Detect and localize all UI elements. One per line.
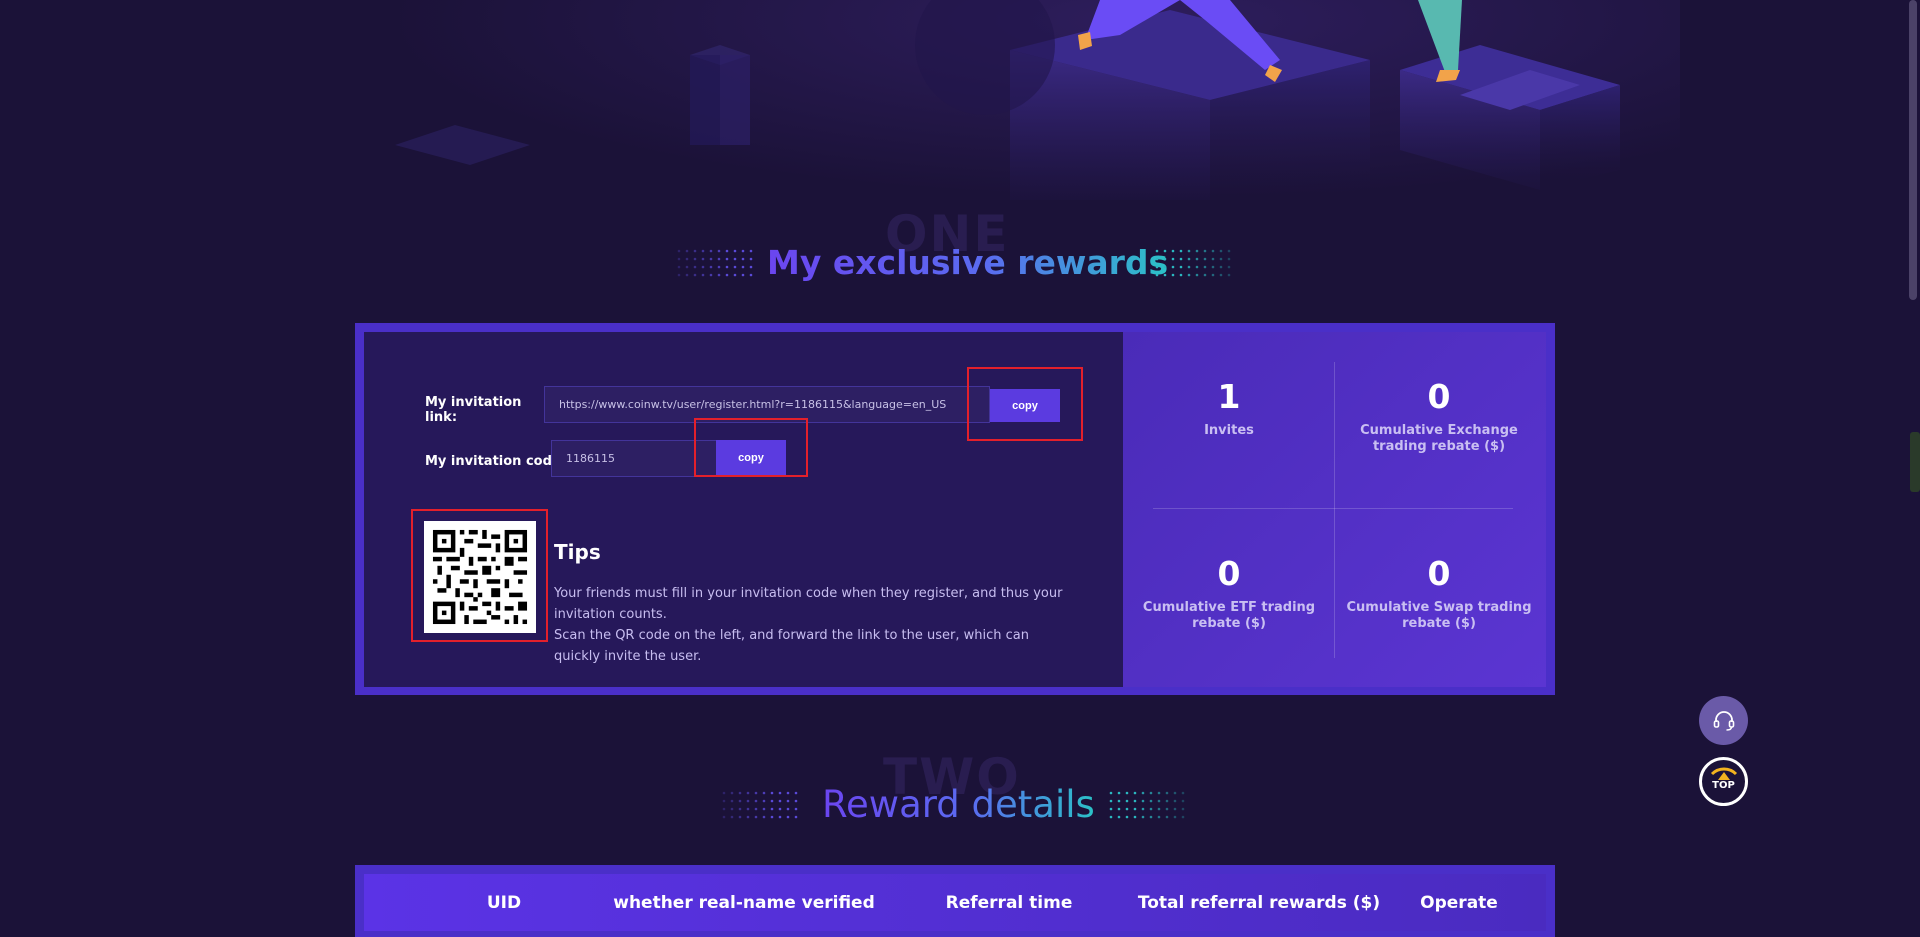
- stat-value: 0: [1427, 377, 1451, 416]
- stats-divider-horizontal: [1153, 508, 1513, 509]
- stat-label: Cumulative ETF trading rebate ($): [1142, 600, 1316, 631]
- invitation-panel: My invitation link: https://www.coinw.tv…: [364, 332, 1123, 687]
- stat-label: Cumulative Exchange trading rebate ($): [1360, 423, 1518, 454]
- rewards-card: My invitation link: https://www.coinw.tv…: [355, 323, 1555, 695]
- tips-text: Your friends must fill in your invitatio…: [554, 583, 1074, 667]
- reward-details-table: UID whether real-name verified Referral …: [355, 865, 1555, 937]
- stats-divider-vertical: [1334, 362, 1335, 658]
- highlight-frame-code-copy: [694, 418, 808, 477]
- isometric-illustration: [395, 0, 1620, 200]
- stat-label: Invites: [1204, 423, 1254, 438]
- invitation-code-label: My invitation code:: [425, 454, 566, 469]
- qr-code: [424, 521, 536, 633]
- decorative-dots-left: [677, 249, 753, 277]
- stat-label: Cumulative Swap trading rebate ($): [1346, 600, 1532, 631]
- column-header-referral-time: Referral time: [945, 892, 1073, 913]
- tips-line-2: Scan the QR code on the left, and forwar…: [554, 628, 1029, 664]
- decorative-dots-left: [722, 791, 798, 819]
- stats-panel: 1 Invites 0 Cumulative Exchange trading …: [1123, 332, 1546, 687]
- back-to-top-button[interactable]: TOP: [1699, 757, 1748, 806]
- top-ring-icon: [1710, 767, 1738, 776]
- stat-swap-rebate: 0 Cumulative Swap trading rebate ($): [1339, 554, 1539, 632]
- stat-invites: 1 Invites: [1129, 377, 1329, 439]
- decorative-dots-right: [1155, 249, 1231, 277]
- decorative-dots-right: [1109, 791, 1185, 819]
- section-title-rewards: My exclusive rewards: [767, 243, 1169, 282]
- stat-value: 0: [1217, 554, 1241, 593]
- headset-icon: [1713, 710, 1734, 731]
- stat-value: 0: [1427, 554, 1451, 593]
- column-header-verified: whether real-name verified: [613, 892, 875, 913]
- tips-line-1: Your friends must fill in your invitatio…: [554, 586, 1063, 622]
- highlight-frame-link-copy: [967, 367, 1083, 441]
- page: ONE My exclusive rewards My invitation l…: [0, 0, 1920, 937]
- stat-exchange-rebate: 0 Cumulative Exchange trading rebate ($): [1339, 377, 1539, 455]
- customer-support-button[interactable]: [1699, 696, 1748, 745]
- invitation-link-label: My invitation link:: [425, 395, 522, 425]
- stat-etf-rebate: 0 Cumulative ETF trading rebate ($): [1129, 554, 1329, 632]
- column-header-total-rewards: Total referral rewards ($): [1137, 892, 1381, 913]
- column-header-operate: Operate: [1420, 892, 1498, 913]
- column-header-uid: UID: [486, 892, 522, 913]
- stat-value: 1: [1217, 377, 1241, 416]
- scrollbar-thumb[interactable]: [1909, 0, 1917, 300]
- table-header-row: UID whether real-name verified Referral …: [364, 874, 1546, 931]
- tips-title: Tips: [554, 540, 601, 564]
- section-title-reward-details: Reward details: [822, 783, 1095, 826]
- qr-code-icon: [424, 521, 536, 633]
- side-handle[interactable]: [1910, 432, 1920, 492]
- hero-illustration: [0, 0, 1900, 200]
